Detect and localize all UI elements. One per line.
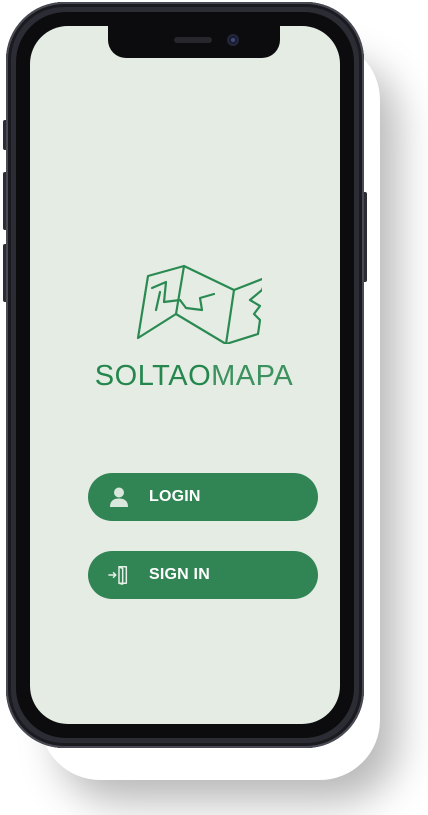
brand-primary: SOLTAO: [94, 360, 212, 392]
user-icon: [108, 486, 130, 508]
phone-notch: [108, 26, 280, 58]
earpiece-speaker: [174, 37, 212, 43]
phone-bezel: SOLTAOMAPA LOGIN SIGN IN: [16, 12, 354, 738]
brand-wordmark: SOLTAOMAPA: [90, 356, 298, 396]
login-button[interactable]: LOGIN: [88, 473, 318, 521]
brand-secondary: MAPA: [211, 360, 294, 392]
sign-in-button[interactable]: SIGN IN: [88, 551, 318, 599]
sign-in-button-label: SIGN IN: [149, 566, 210, 583]
door-enter-icon: [108, 564, 130, 586]
phone-frame: SOLTAOMAPA LOGIN SIGN IN: [6, 2, 364, 748]
front-camera: [227, 34, 239, 46]
stage: SOLTAOMAPA LOGIN SIGN IN: [0, 0, 428, 815]
app-screen: SOLTAOMAPA LOGIN SIGN IN: [30, 26, 340, 724]
folded-map-logo-icon: [136, 264, 262, 344]
login-button-label: LOGIN: [149, 488, 201, 505]
